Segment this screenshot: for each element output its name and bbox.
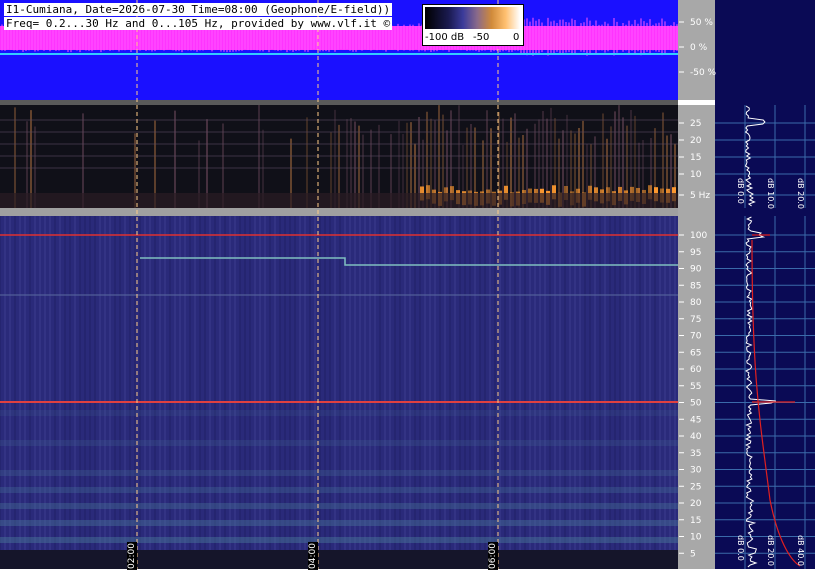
profile-db-label: dB 10.0 <box>766 178 775 209</box>
station-title: I1-Cumiana, Date=2026-07-30 Time=08:00 (… <box>4 3 393 16</box>
axis-label: 40 <box>690 432 702 442</box>
axis-label: 75 <box>690 315 701 325</box>
axis-label: 15 <box>690 153 701 163</box>
axis-label: 50 <box>690 399 702 409</box>
axis-label: 30 <box>690 466 702 476</box>
profile-db-label: dB 0.0 <box>736 535 745 561</box>
profile-db-label: dB 20.0 <box>766 535 775 566</box>
axis-label: 20 <box>690 499 702 509</box>
spectrogram-high-band <box>0 520 678 526</box>
colorbar-label-mid: -50 <box>473 32 490 43</box>
spectrogram-high-band <box>0 440 678 446</box>
axis-label: 5 Hz <box>690 191 710 201</box>
axis-label: 25 <box>690 119 701 129</box>
colorbar-legend: -100 dB -50 0 <box>422 4 524 46</box>
spectrogram-high-panel <box>0 216 678 569</box>
spectrogram-high-band <box>0 537 678 543</box>
axis-label: 95 <box>690 248 701 258</box>
axis-label: 50 % <box>690 18 713 28</box>
profile-db-label: dB 40.0 <box>796 535 805 566</box>
divider-1 <box>0 100 678 105</box>
axis-label: 10 <box>690 533 702 543</box>
colorbar-gradient <box>425 7 520 29</box>
colorbar-label-min: -100 dB <box>425 32 465 43</box>
axis-label: -50 % <box>690 68 717 78</box>
divider-2 <box>0 208 678 216</box>
time-label-0400: 04:00 <box>308 542 318 570</box>
vlf-monitor-view: 50 % 0 % -50 % 25 20 15 10 5 Hz 100 95 90 85 80 75 70 6… <box>0 0 815 570</box>
axis-label: 25 <box>690 482 701 492</box>
time-label-0600: 06:00 <box>488 542 498 570</box>
spectrogram-high-band <box>0 487 678 493</box>
frequency-caption: Freq= 0.2...30 Hz and 0...105 Hz, provid… <box>4 17 393 30</box>
axis-label: 80 <box>690 298 702 308</box>
axis-label: 35 <box>690 449 701 459</box>
spectrogram-low-floor <box>0 193 678 208</box>
profile-db-label: dB 20.0 <box>796 178 805 209</box>
monitor-canvas: 50 %0 %-50 %252015105 Hz1009590858075706… <box>0 0 815 569</box>
axis-label: 15 <box>690 516 701 526</box>
spectrogram-low-panel <box>0 105 678 208</box>
axis-label: 70 <box>690 332 702 342</box>
axis-label: 55 <box>690 382 701 392</box>
axis-label: 10 <box>690 170 702 180</box>
axis-label: 20 <box>690 136 702 146</box>
axis-label: 5 <box>690 549 696 559</box>
axis-label: 65 <box>690 348 701 358</box>
axis-label: 100 <box>690 231 707 241</box>
time-label-0200: 02:00 <box>127 542 137 570</box>
spectrogram-high-band <box>0 503 678 509</box>
axis-label: 0 % <box>690 43 708 53</box>
profile-db-label: dB 0.0 <box>736 178 745 204</box>
spectrogram-high-band <box>0 410 678 416</box>
spectrogram-high-floor <box>0 550 678 569</box>
colorbar-label-max: 0 <box>513 32 520 43</box>
spectrogram-high-band <box>0 470 678 476</box>
axis-label: 45 <box>690 415 701 425</box>
axis-label: 85 <box>690 281 701 291</box>
axis-label: 60 <box>690 365 702 375</box>
top-right-blank <box>715 0 815 100</box>
axis-label: 90 <box>690 265 702 275</box>
